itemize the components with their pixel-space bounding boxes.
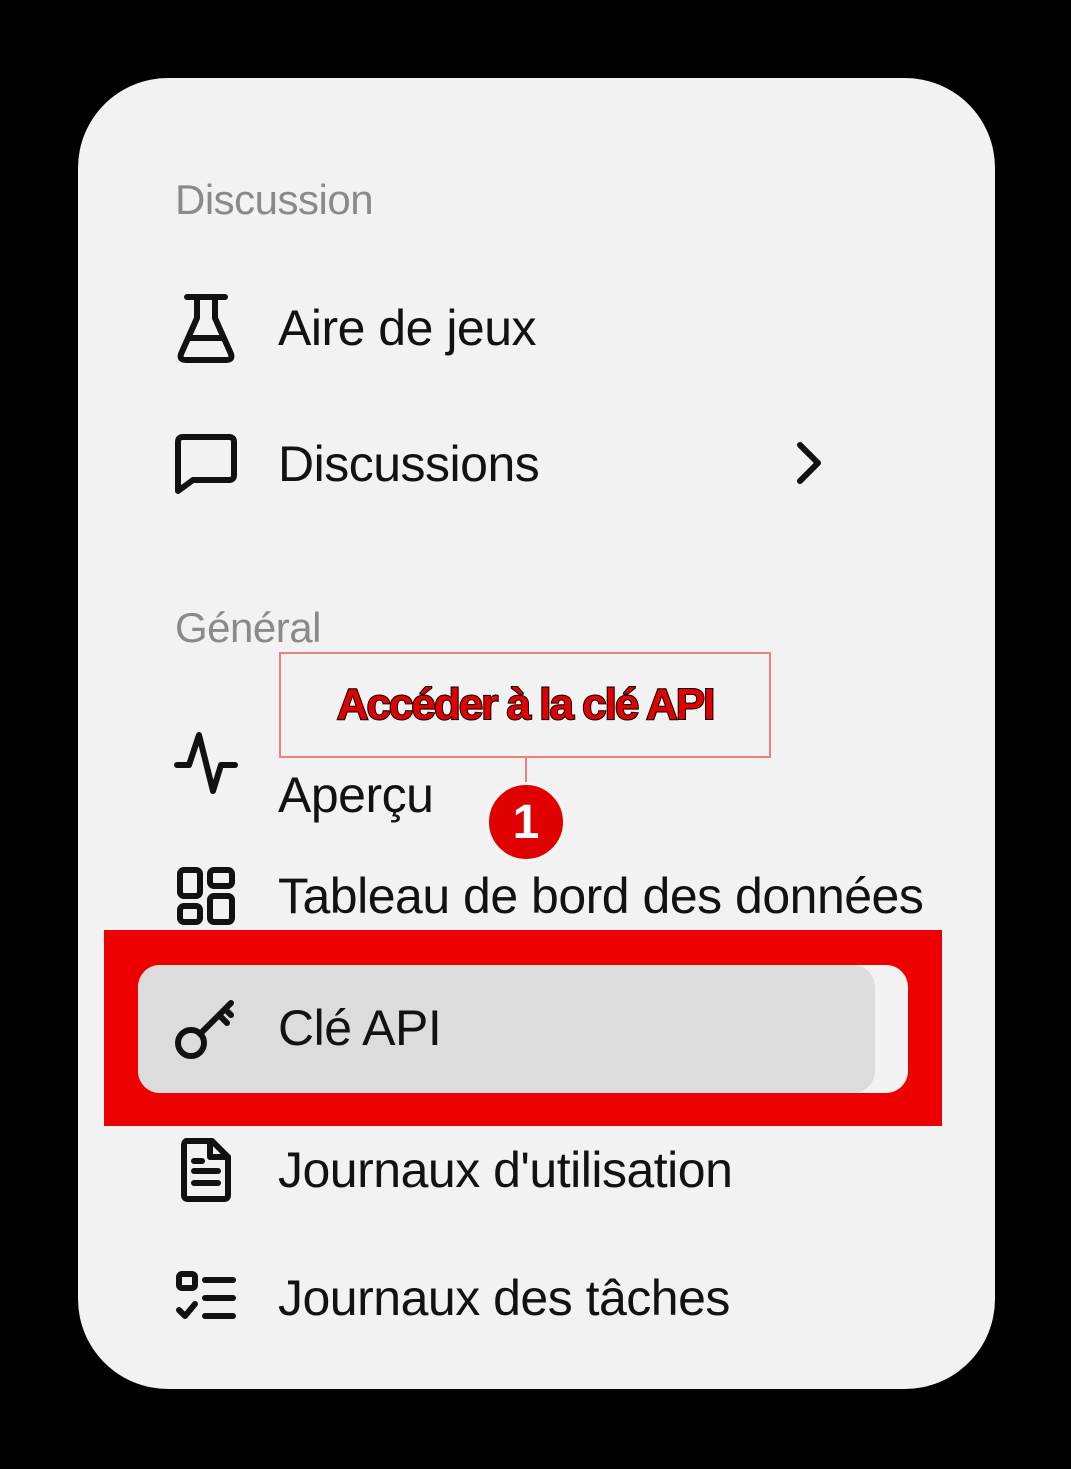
activity-icon (170, 726, 242, 798)
sidebar-item-label: Clé API (278, 1000, 442, 1056)
sidebar-item-label: Tableau de bord des données (278, 868, 924, 924)
sidebar-item-label: Journaux des tâches (278, 1270, 730, 1326)
grid-icon (170, 860, 242, 932)
checklist-icon (170, 1262, 242, 1334)
section-label-discussion: Discussion (175, 176, 374, 223)
sidebar-item-label: Discussions (278, 436, 540, 492)
selected-item-fill (138, 965, 875, 1093)
flask-icon (170, 292, 242, 364)
sidebar-item-discussions[interactable]: Discussions (170, 424, 540, 504)
sidebar-item-task-logs[interactable]: Journaux des tâches (170, 1258, 730, 1338)
annotation-callout: Accéder à la clé API (279, 652, 771, 758)
sidebar-item-data-dashboard[interactable]: Tableau de bord des données (170, 856, 924, 936)
annotation-callout-text: Accéder à la clé API (336, 679, 717, 730)
sidebar-item-playground[interactable]: Aire de jeux (170, 288, 537, 368)
section-label-general: Général (175, 604, 321, 651)
sidebar-item-label: Journaux d'utilisation (278, 1142, 733, 1198)
sidebar-item-api-key[interactable]: Clé API (170, 988, 442, 1068)
sidebar-item-overview[interactable]: Aperçu (170, 722, 434, 823)
key-icon (170, 992, 242, 1064)
document-icon (170, 1134, 242, 1206)
step-number-badge: 1 (486, 782, 566, 862)
sidebar-item-label: Aire de jeux (278, 300, 537, 356)
chat-bubble-icon (170, 428, 242, 500)
sidebar-item-label: Aperçu (278, 767, 434, 823)
chevron-right-icon[interactable] (790, 440, 830, 486)
sidebar-item-usage-logs[interactable]: Journaux d'utilisation (170, 1130, 733, 1210)
annotation-connector (525, 757, 527, 785)
